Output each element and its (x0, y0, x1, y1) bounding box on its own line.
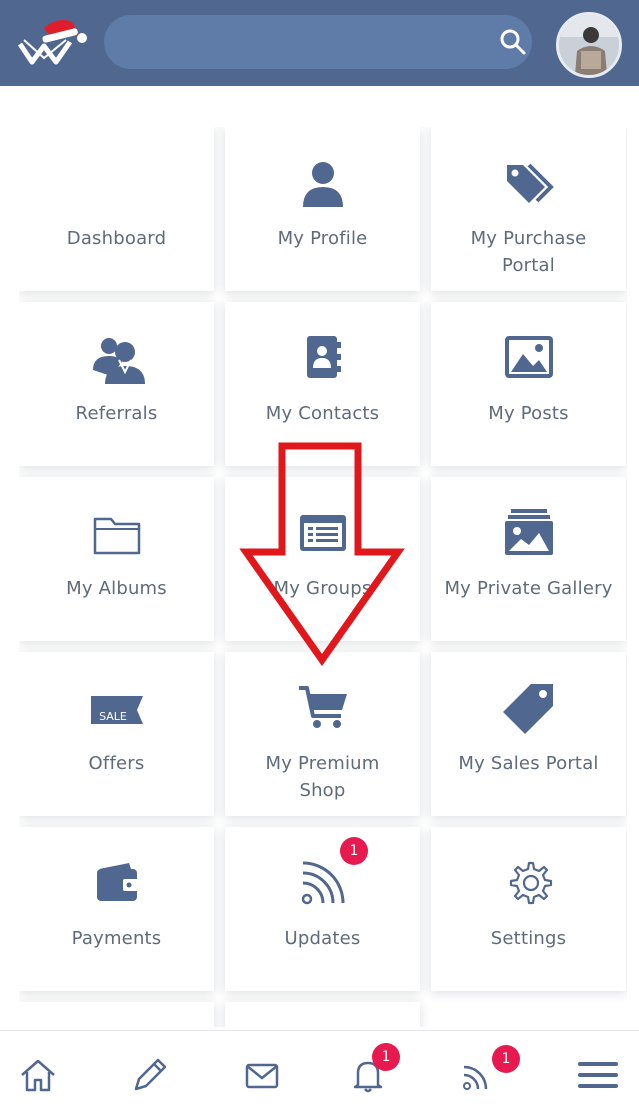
tile-label: My Contacts (265, 403, 380, 424)
tile-label: Referrals (75, 403, 158, 424)
tile-partial[interactable] (19, 1002, 214, 1027)
tile-my-private-gallery[interactable]: My Private Gallery (431, 477, 626, 641)
tile-dashboard[interactable]: Dashboard (19, 127, 214, 291)
tile-my-purchase-portal[interactable]: My Purchase Portal (431, 127, 626, 291)
tile-updates[interactable]: 1 Updates (225, 827, 420, 991)
notification-badge: 1 (372, 1043, 400, 1071)
user-icon (302, 162, 343, 207)
tile-my-contacts[interactable]: My Contacts (225, 302, 420, 466)
tile-label-line-2: Portal (502, 255, 555, 276)
avatar[interactable] (556, 12, 622, 78)
app-header (0, 0, 639, 86)
tile-label: My Groups (273, 578, 372, 599)
tile-my-profile[interactable]: My Profile (225, 127, 420, 291)
nav-compose[interactable] (128, 1053, 172, 1097)
tile-label: My Profile (277, 228, 368, 249)
users-icon (92, 338, 145, 384)
search-icon[interactable] (498, 27, 528, 57)
tile-payments[interactable]: Payments (19, 827, 214, 991)
updates-badge: 1 (492, 1045, 520, 1073)
folder-icon (93, 517, 140, 555)
tile-label: Offers (88, 753, 145, 774)
tile-label: My Albums (66, 578, 167, 599)
rss-icon (301, 861, 344, 905)
search-bar[interactable] (104, 15, 532, 69)
tile-label: Updates (284, 928, 361, 949)
hamburger-menu-icon (578, 1062, 618, 1088)
pencil-icon (134, 1058, 167, 1091)
gear-icon (509, 861, 552, 905)
bottom-nav: 1 1 (0, 1030, 639, 1112)
tile-referrals[interactable]: Referrals (19, 302, 214, 466)
cart-icon (298, 686, 347, 728)
tile-settings[interactable]: Settings (431, 827, 626, 991)
tile-label: My Sales Portal (458, 753, 599, 774)
mail-icon (245, 1063, 279, 1089)
tile-my-albums[interactable]: My Albums (19, 477, 214, 641)
gallery-icon (504, 509, 553, 555)
notification-badge: 1 (340, 837, 368, 865)
tile-label: My Private Gallery (444, 578, 613, 599)
tile-label-line-2: Shop (299, 780, 346, 801)
avatar-photo (559, 15, 619, 75)
search-input[interactable] (124, 15, 484, 69)
nav-menu[interactable] (576, 1053, 620, 1097)
address-book-icon (306, 336, 341, 378)
tile-my-posts[interactable]: My Posts (431, 302, 626, 466)
tile-label: My Posts (488, 403, 569, 424)
tile-offers[interactable]: SALE Offers (19, 652, 214, 816)
list-card-icon (299, 515, 346, 551)
image-icon (504, 336, 553, 378)
sale-tag-text: SALE (99, 710, 127, 723)
wallet-icon (96, 863, 139, 901)
tile-label-line-1: My Purchase (470, 228, 587, 249)
logo-icon[interactable] (14, 14, 90, 70)
tags-icon (506, 163, 554, 203)
tile-label: Settings (490, 928, 567, 949)
tile-label: Payments (71, 928, 162, 949)
tile-my-groups[interactable]: My Groups (225, 477, 420, 641)
nav-home[interactable] (16, 1053, 60, 1097)
tile-my-sales-portal[interactable]: My Sales Portal (431, 652, 626, 816)
tile-partial[interactable] (225, 1002, 420, 1027)
nav-messages[interactable] (240, 1053, 284, 1097)
price-tag-icon (502, 684, 553, 734)
menu-grid: Dashboard My Profile My Purchase Portal … (19, 127, 627, 1027)
tile-label-line-1: My Premium (265, 753, 380, 774)
tile-label: Dashboard (66, 228, 167, 249)
tile-my-premium-shop[interactable]: My Premium Shop (225, 652, 420, 816)
home-icon (21, 1059, 55, 1092)
